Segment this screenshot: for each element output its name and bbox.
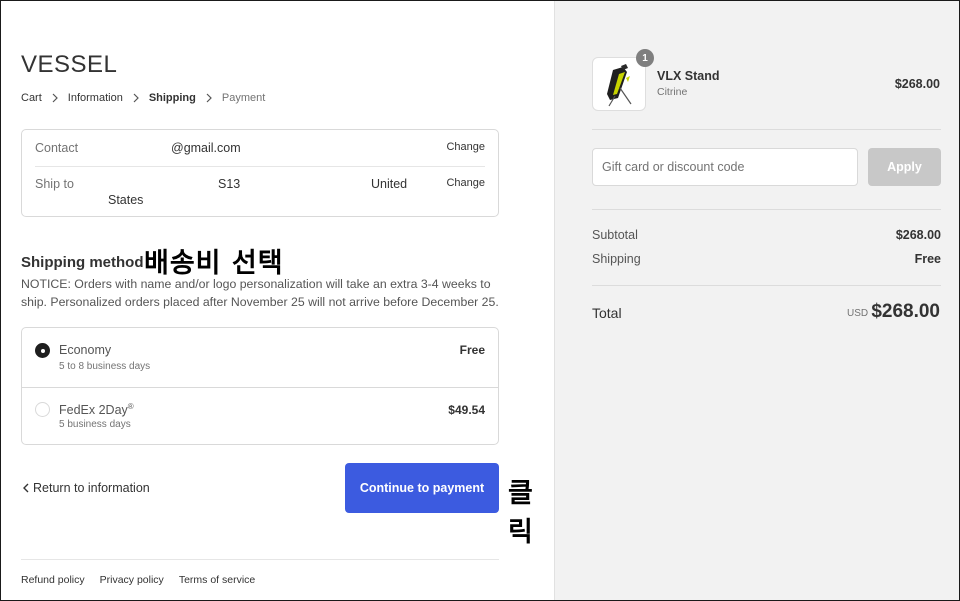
annotation-select-shipping: 배송비 선택 [144,248,284,279]
ship-to-country-cont: States [108,193,144,207]
continue-to-payment-button[interactable]: Continue to payment [345,463,499,513]
subtotal-value: $268.00 [895,228,941,242]
summary-divider [592,129,941,130]
product-variant: Citrine [657,86,688,98]
total-label: Total [592,305,622,321]
total-currency: USD [847,308,869,319]
breadcrumb: Cart Information Shipping Payment [21,92,265,104]
contact-label: Contact [35,141,79,155]
chevron-right-icon [52,93,58,103]
contact-value: @gmail.com [171,141,241,155]
breadcrumb-cart[interactable]: Cart [21,92,42,104]
annotation-click: 클릭 [508,478,533,548]
shipping-options: Economy 5 to 8 business days Free FedEx … [21,327,499,445]
shipping-label: Shipping [592,252,641,266]
breadcrumb-payment: Payment [221,92,266,104]
apply-discount-button[interactable]: Apply [868,148,941,186]
chevron-left-icon [23,483,29,493]
ship-to-address: S13 [218,177,241,191]
option-name-text: FedEx 2Day [59,403,128,418]
shipping-notice: NOTICE: Orders with name and/or logo per… [21,277,499,309]
order-summary-panel: 1 VLX Stand Citrine $268.00 Apply Subtot… [554,1,959,600]
chevron-right-icon [206,93,212,103]
radio-economy[interactable] [35,343,50,358]
golf-bag-image [607,64,632,107]
shipping-method-heading: Shipping method [21,254,144,271]
ship-to-label: Ship to [35,177,74,191]
checkout-window: VESSEL Cart Information Shipping Payment… [0,0,960,601]
refund-policy-link[interactable]: Refund policy [21,574,85,586]
privacy-policy-link[interactable]: Privacy policy [100,574,164,586]
option-eta: 5 to 8 business days [59,361,151,372]
review-divider [35,166,485,167]
shipping-option-fedex-2day[interactable]: FedEx 2Day® 5 business days $49.54 [22,387,498,445]
option-eta: 5 business days [59,419,131,430]
subtotal-label: Subtotal [592,228,638,242]
option-price: Free [459,343,485,357]
change-ship-to-link[interactable]: Change [446,177,485,189]
change-contact-link[interactable]: Change [446,141,485,153]
breadcrumb-shipping: Shipping [148,92,196,104]
summary-divider [592,209,941,210]
registered-mark: ® [127,402,134,411]
contact-row: Contact @gmail.com Change [35,141,485,165]
discount-code-input[interactable] [592,148,858,186]
ship-to-row: Ship to S13 United States Change [35,177,485,211]
return-label: Return to information [33,481,150,495]
shipping-value: Free [914,252,941,266]
product-price: $268.00 [894,77,940,91]
footer-divider [21,559,499,560]
radio-fedex-2day[interactable] [35,402,50,417]
ship-to-country: United [371,177,408,191]
footer-policies: Refund policy Privacy policy Terms of se… [21,574,255,586]
review-block: Contact @gmail.com Change Ship to S13 Un… [21,129,499,217]
breadcrumb-information[interactable]: Information [68,92,123,104]
return-to-information-link[interactable]: Return to information [21,481,150,495]
total-value: $268.00 [871,301,940,322]
shipping-option-economy[interactable]: Economy 5 to 8 business days Free [22,328,498,386]
terms-of-service-link[interactable]: Terms of service [179,574,255,586]
option-name: FedEx 2Day® [59,402,134,417]
quantity-badge: 1 [636,49,654,67]
checkout-main-panel: VESSEL Cart Information Shipping Payment… [1,1,554,600]
option-price: $49.54 [448,403,485,417]
product-name: VLX Stand [657,69,720,83]
store-logo[interactable]: VESSEL [21,51,117,79]
product-thumbnail [592,57,646,111]
chevron-right-icon [133,93,139,103]
summary-divider [592,285,941,286]
option-name: Economy [59,343,112,357]
